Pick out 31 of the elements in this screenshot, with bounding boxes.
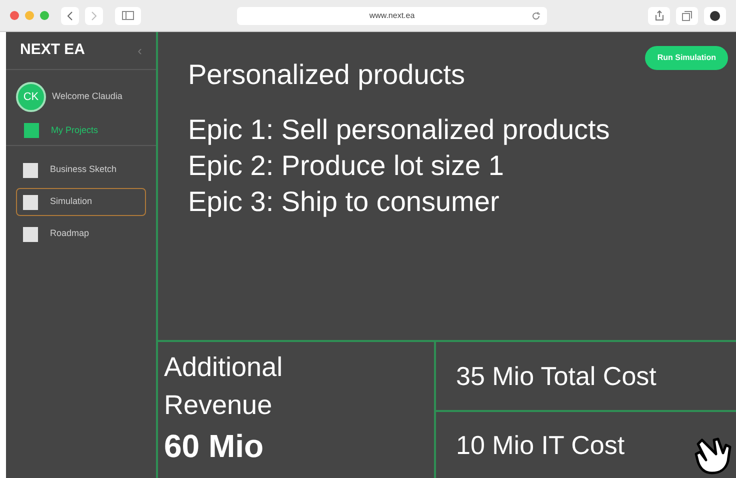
download-button[interactable] [704,6,726,24]
square-icon [24,123,39,138]
share-button[interactable] [648,6,670,24]
tabs-button[interactable] [676,6,698,24]
chevron-left-icon [67,10,73,20]
square-icon [23,194,38,210]
page-title: Personalized products [188,58,466,92]
sidebar-item[interactable]: Roadmap [16,220,146,248]
square-icon [23,162,38,178]
user-avatar: CK [16,82,46,112]
my-projects-item[interactable]: My Projects [6,120,156,146]
sidebar-icon [122,11,134,20]
epic-text: Epic 3: Ship to consumer [188,185,500,219]
revenue-value: 60 Mio [164,427,265,466]
revenue-label: Additional Revenue [164,351,284,422]
square-icon [23,226,38,242]
app-title: NEXT EA [20,40,86,60]
address-bar[interactable]: www.next.ea [237,6,547,24]
sidebar-item[interactable]: Business Sketch [16,156,146,184]
total-cost-text: 35 Mio Total Cost [456,360,656,392]
welcome-text: Welcome Claudia [52,90,122,104]
share-icon [654,10,664,21]
sidebar-toggle-button[interactable] [115,6,141,24]
back-button[interactable] [61,6,79,24]
tabs-icon [682,10,692,20]
epic-text: Epic 1: Sell personalized products [188,113,611,147]
it-cost-text: 10 Mio IT Cost [456,428,625,462]
sidebar-item[interactable]: Simulation [16,188,146,216]
chevron-right-icon [91,10,97,20]
reload-icon[interactable] [531,10,541,20]
epic-text: Epic 2: Produce lot size 1 [188,149,505,183]
